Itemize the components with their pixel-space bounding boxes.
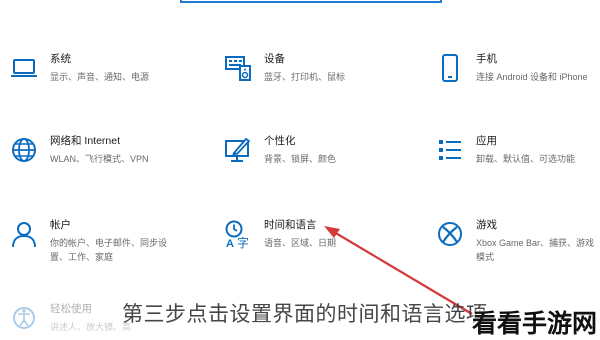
desc-line: 置、工作、家庭 (50, 251, 114, 262)
tile-title: 帐户 (50, 219, 71, 231)
apps-list-icon (434, 134, 466, 166)
tile-description: 蓝牙、打印机、鼠标 (264, 71, 346, 82)
tile-title: 设备 (264, 53, 285, 65)
phone-icon (434, 52, 466, 84)
tile-apps[interactable]: 应用 卸载、默认值、可选功能 (434, 134, 575, 166)
svg-text:A: A (226, 238, 234, 249)
annotation-arrow (324, 226, 473, 315)
tile-title: 时间和语言 (264, 219, 317, 231)
tile-devices[interactable]: 设备 蓝牙、打印机、鼠标 (222, 52, 345, 84)
person-icon (8, 218, 40, 250)
tutorial-caption: 第三步点击设置界面的时间和语言选项 (122, 302, 488, 326)
desc-line: 模式 (476, 251, 495, 262)
desc-line: Xbox Game Bar、捕获、游戏 (476, 237, 595, 248)
tile-description: 连接 Android 设备和 iPhone (476, 71, 588, 82)
tile-description: 语音、区域、日期 (264, 237, 337, 248)
tile-system[interactable]: 系统 显示、声音、通知、电源 (8, 52, 149, 84)
tile-time-language[interactable]: A字 时间和语言 语音、区域、日期 (222, 218, 336, 250)
tile-phone[interactable]: 手机 连接 Android 设备和 iPhone (434, 52, 588, 84)
time-language-icon: A字 (222, 218, 254, 250)
globe-icon (8, 134, 40, 166)
site-watermark: 看看手游网 (472, 309, 598, 338)
tile-description: 背景、锁屏、颜色 (264, 153, 337, 164)
laptop-icon (8, 52, 40, 84)
tile-personalization[interactable]: 个性化 背景、锁屏、颜色 (222, 134, 336, 166)
tile-gaming[interactable]: 游戏 Xbox Game Bar、捕获、游戏 模式 (434, 218, 594, 264)
xbox-icon (434, 218, 466, 250)
tile-description: WLAN、飞行模式、VPN (50, 153, 149, 164)
tile-network[interactable]: 网络和 Internet WLAN、飞行模式、VPN (8, 134, 149, 166)
svg-text:字: 字 (237, 235, 249, 249)
tile-title: 系统 (50, 53, 71, 65)
paint-monitor-icon (222, 134, 254, 166)
tile-title: 个性化 (264, 135, 296, 147)
tile-description: 你的帐户、电子邮件、同步设 置、工作、家庭 (50, 236, 167, 264)
tile-description: 卸载、默认值、可选功能 (476, 153, 576, 164)
tile-title: 应用 (476, 135, 497, 147)
tile-ease-of-access[interactable]: 轻松使用 讲述人、放大镜、高 (8, 302, 131, 334)
tile-description: Xbox Game Bar、捕获、游戏 模式 (476, 236, 594, 264)
tile-description: 讲述人、放大镜、高 (50, 321, 132, 332)
tile-title: 网络和 Internet (50, 135, 121, 147)
keyboard-speaker-icon (222, 52, 254, 84)
ease-of-access-icon (8, 302, 40, 334)
tile-accounts[interactable]: 帐户 你的帐户、电子邮件、同步设 置、工作、家庭 (8, 218, 167, 264)
tile-title: 游戏 (476, 219, 497, 231)
tile-title: 轻松使用 (50, 303, 92, 315)
desc-line: 你的帐户、电子邮件、同步设 (50, 237, 168, 248)
tile-title: 手机 (476, 53, 497, 65)
search-box-edge[interactable] (180, 0, 442, 3)
tile-description: 显示、声音、通知、电源 (50, 71, 150, 82)
